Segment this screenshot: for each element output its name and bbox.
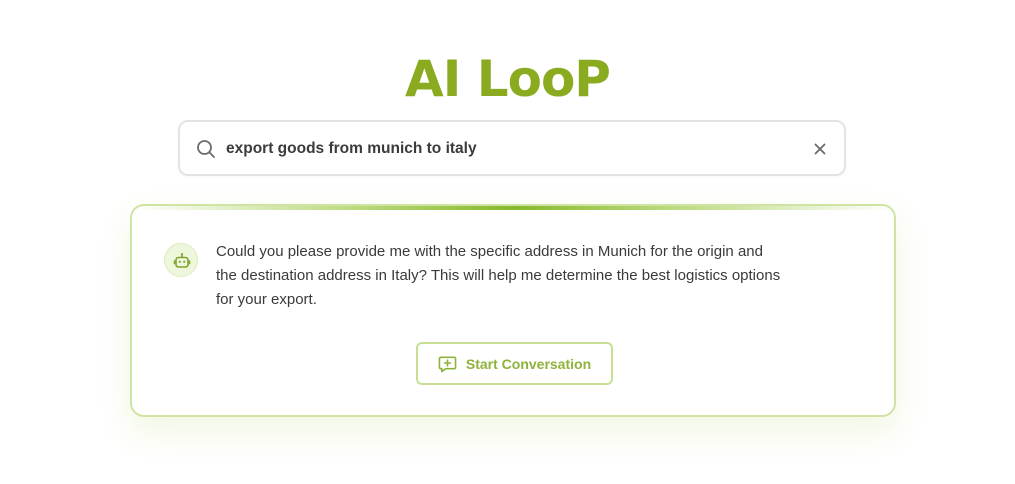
search-input[interactable] xyxy=(226,136,786,162)
bot-avatar xyxy=(164,243,198,277)
search-icon xyxy=(197,140,215,158)
message-plus-icon xyxy=(438,356,457,373)
start-conversation-label: Start Conversation xyxy=(465,355,592,372)
close-icon[interactable] xyxy=(812,141,828,157)
app-logo: AI LooP xyxy=(405,50,611,108)
assistant-message: Could you please provide me with the spe… xyxy=(216,243,781,308)
search-bar[interactable] xyxy=(178,120,846,176)
robot-icon xyxy=(173,253,191,268)
card-top-glow xyxy=(132,206,894,210)
assistant-response-card: Could you please provide me with the spe… xyxy=(130,204,896,417)
start-conversation-button[interactable]: Start Conversation xyxy=(416,342,613,385)
page: AI LooP Could you please provide me wi xyxy=(0,0,1015,484)
